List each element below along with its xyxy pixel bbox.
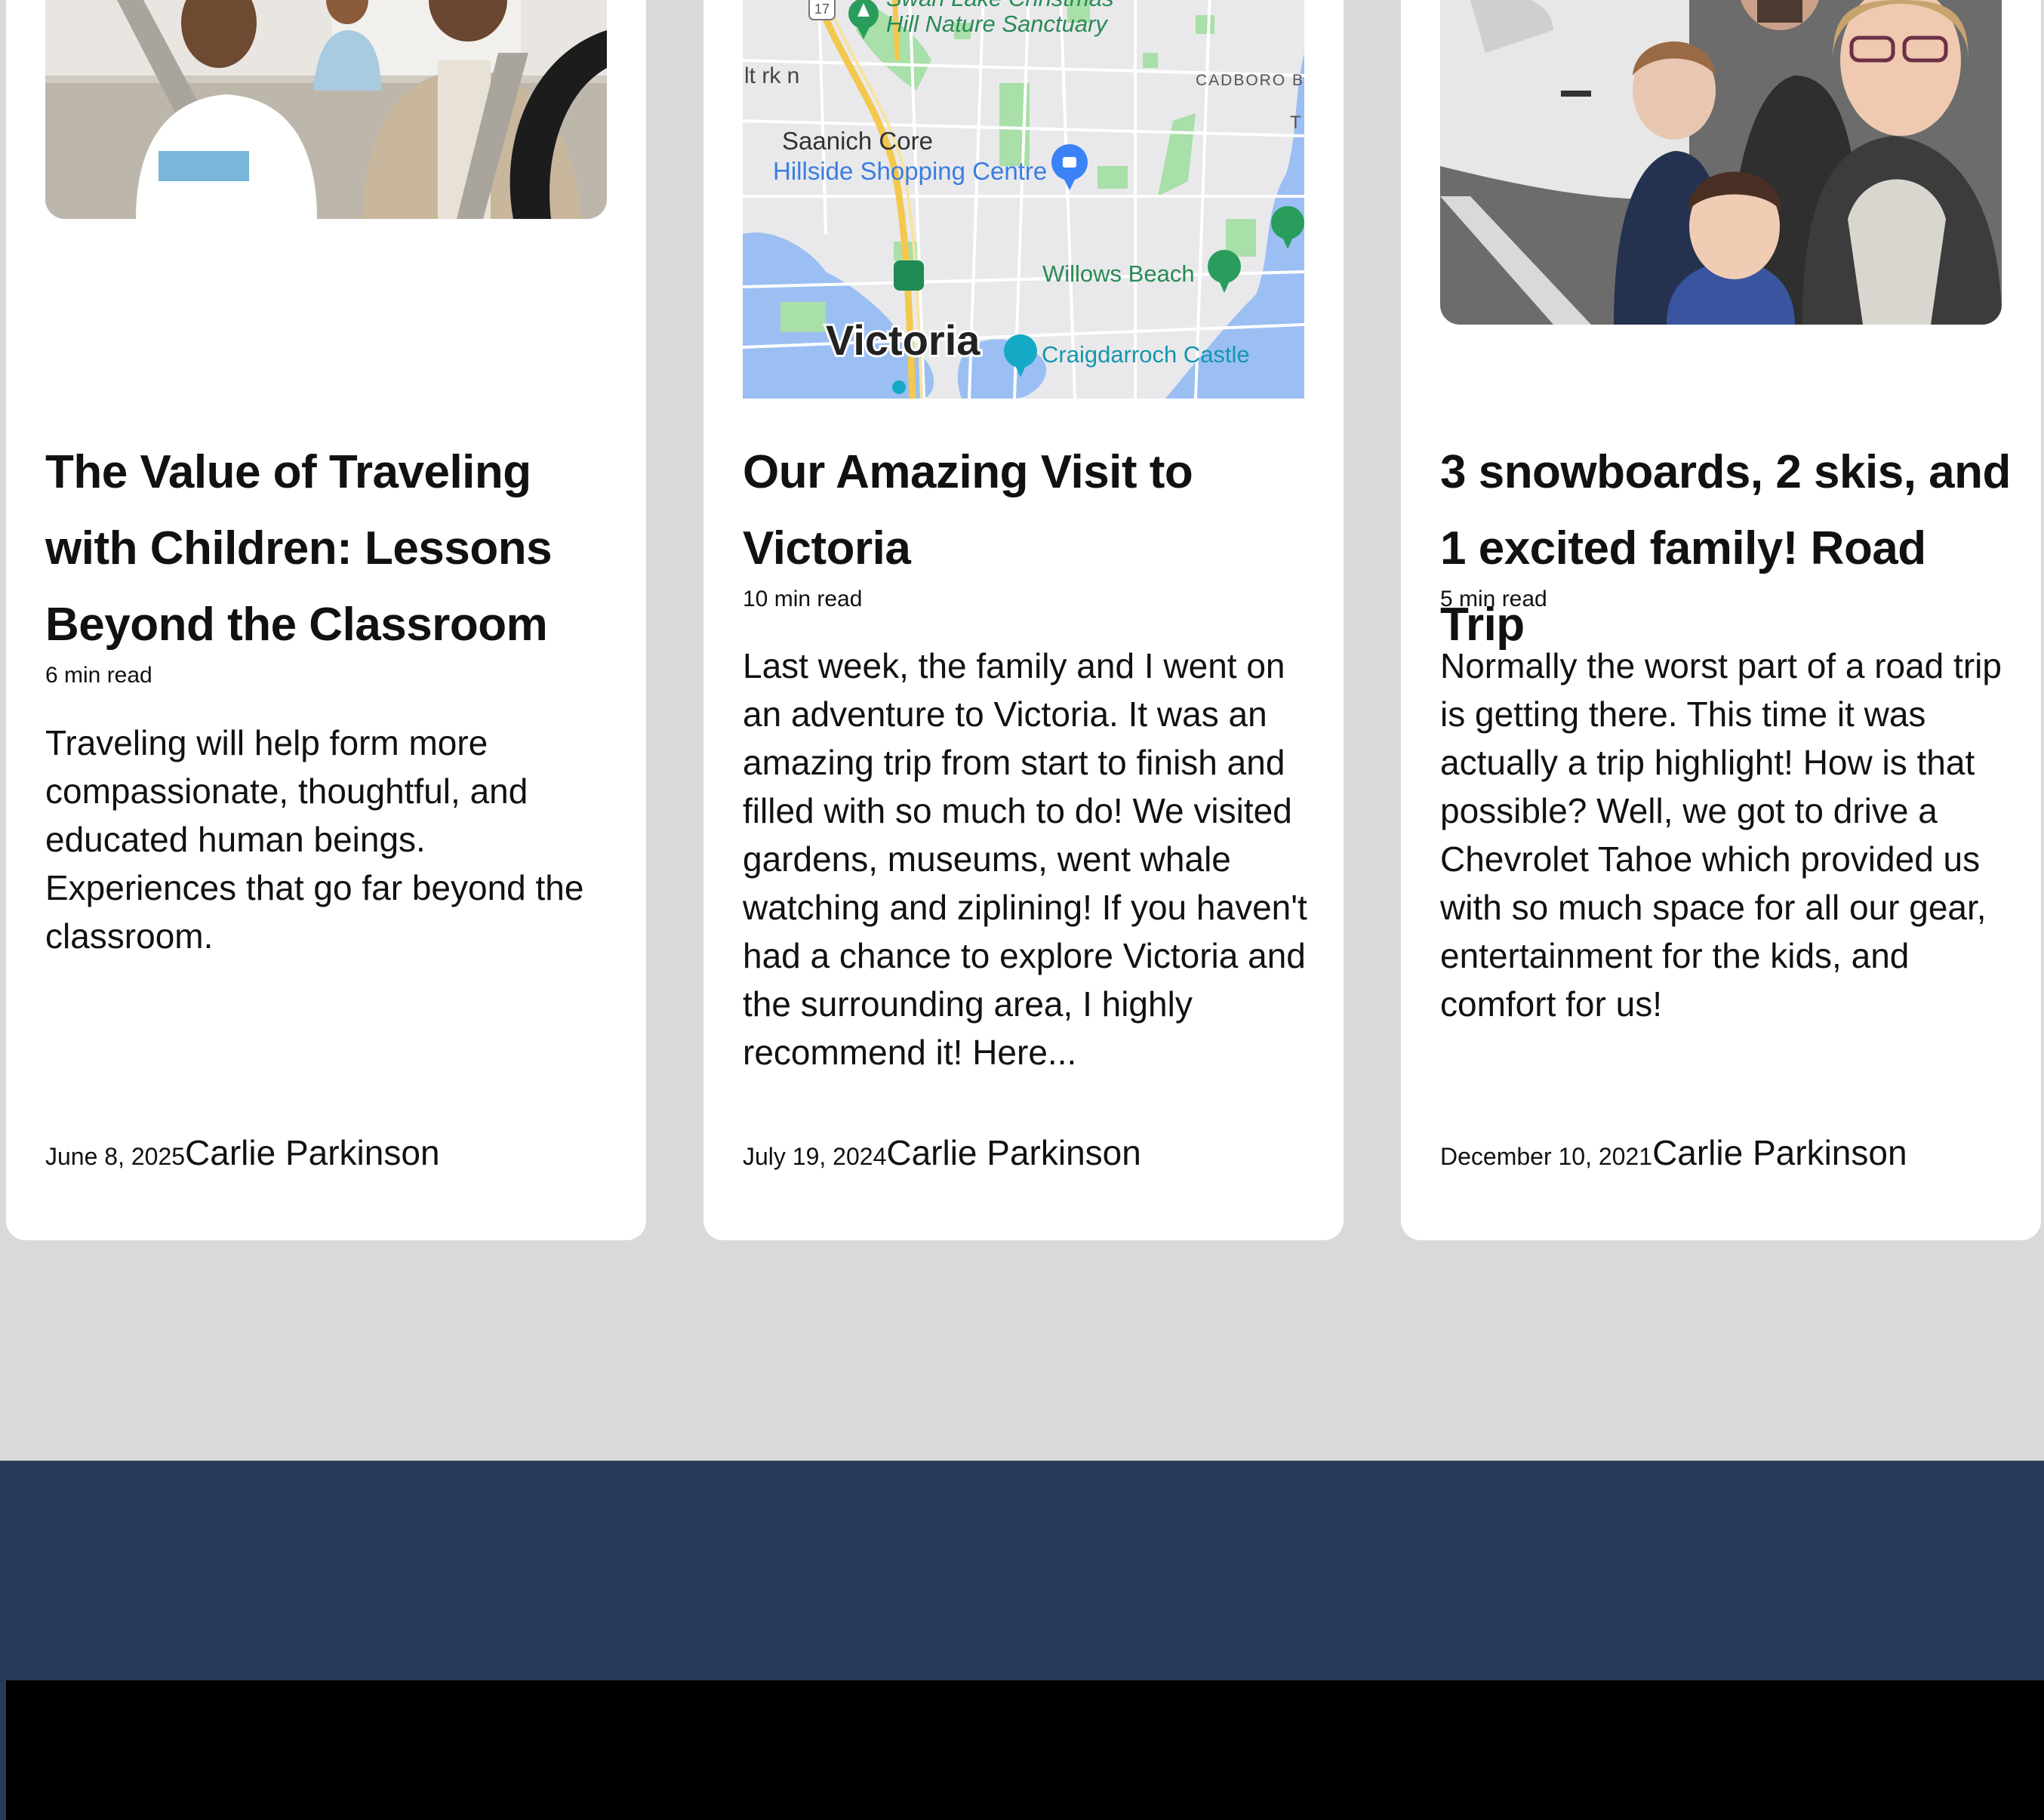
byline: June 8, 2025 Carlie Parkinson [45,1132,440,1173]
post-date: July 19, 2024 [743,1143,887,1170]
post-card-3[interactable]: 3 snowboards, 2 skis, and 1 excited fami… [1401,0,2041,1240]
post-card-2[interactable]: 17 Swan Lake Christmas Hill Nature Sanct… [703,0,1344,1240]
post-date: June 8, 2025 [45,1143,186,1170]
read-time: 6 min read [45,663,152,688]
post-title[interactable]: The Value of Traveling with Children: Le… [45,434,619,663]
map-label-castle: Craigdarroch Castle [1042,341,1250,368]
post-excerpt: Last week, the family and I went on an a… [743,646,1307,1072]
family-by-suv-photo [1440,0,2002,325]
post-image-3[interactable] [1440,0,2002,325]
post-title[interactable]: 3 snowboards, 2 skis, and 1 excited fami… [1440,434,2014,663]
post-date: December 10, 2021 [1440,1143,1653,1170]
highway-shield-label: 17 [814,2,830,17]
map-label-sanctuary-1: Swan Lake Christmas [886,0,1114,11]
family-in-car-photo [45,0,607,219]
map-label-saanich: Saanich Core [782,127,933,155]
author-name[interactable]: Carlie Parkinson [1652,1132,1907,1173]
map-label-t-fragment: T [1290,112,1301,133]
read-time: 5 min read [1440,587,1547,611]
map-label-sanctuary-2: Hill Nature Sanctuary [886,11,1109,37]
byline: July 19, 2024 Carlie Parkinson [743,1132,1141,1173]
author-name[interactable]: Carlie Parkinson [886,1132,1141,1173]
post-title[interactable]: Our Amazing Visit to Victoria [743,434,1316,587]
map-label-mall: Hillside Shopping Centre [773,157,1047,185]
post-image-1[interactable] [45,0,607,219]
read-time: 10 min read [743,587,863,611]
map-label-cadboro: CADBORO BA [1196,72,1304,89]
footer-bottom-bar [6,1680,2044,1820]
map-label-park-fragment: lt rk n [744,63,799,88]
map-label-city: Victoria [826,316,980,364]
post-card-1[interactable]: The Value of Traveling with Children: Le… [6,0,646,1240]
post-excerpt: Traveling will help form more compassion… [45,723,584,956]
post-excerpt: Normally the worst part of a road trip i… [1440,646,2002,1024]
map-label-beach: Willows Beach [1042,260,1195,287]
author-name[interactable]: Carlie Parkinson [185,1132,439,1173]
byline: December 10, 2021 Carlie Parkinson [1440,1132,1907,1173]
post-image-2[interactable]: 17 Swan Lake Christmas Hill Nature Sanct… [743,0,1304,399]
victoria-map: 17 Swan Lake Christmas Hill Nature Sanct… [743,0,1304,399]
